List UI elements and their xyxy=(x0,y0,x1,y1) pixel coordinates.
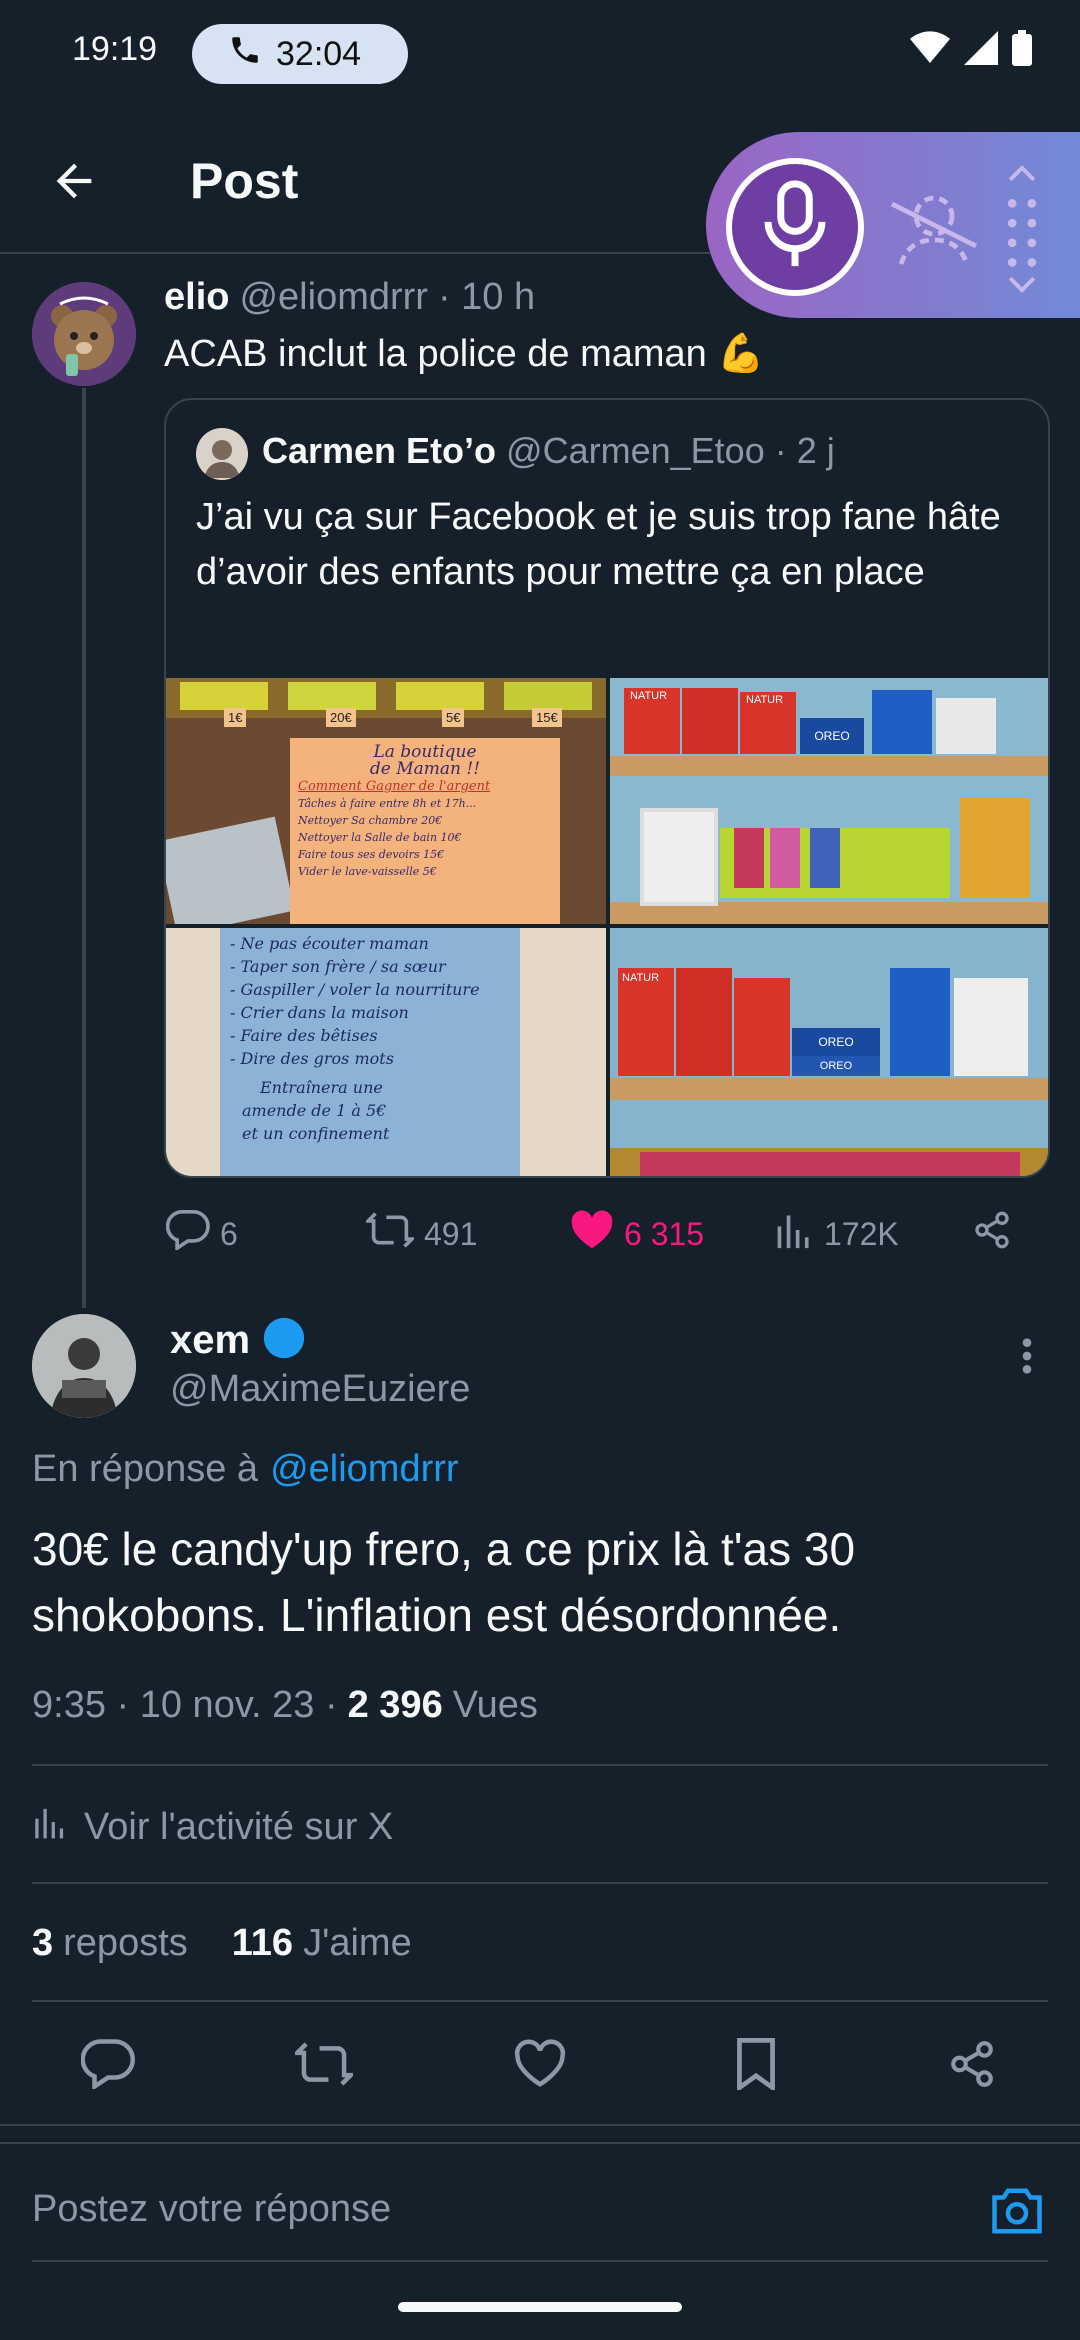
views-count: 172K xyxy=(824,1215,899,1252)
tweet-age: · 10 h xyxy=(437,276,536,318)
like-count: 6 315 xyxy=(624,1215,705,1252)
reply-views-label: Vues xyxy=(452,1684,538,1726)
media-image-rules-sheet[interactable]: - Ne pas écouter maman - Taper son frère… xyxy=(166,928,606,1176)
reply-author-handle[interactable]: @MaximeEuziere xyxy=(170,1368,470,1411)
views-action[interactable]: 172K xyxy=(774,1210,899,1258)
drag-handle-icon[interactable] xyxy=(1000,164,1044,299)
repost-icon xyxy=(363,1210,417,1258)
share-icon xyxy=(947,2039,997,2094)
divider-stats xyxy=(32,2000,1048,2002)
more-options-icon[interactable] xyxy=(1014,1336,1040,1381)
camera-icon[interactable] xyxy=(990,2186,1044,2241)
engagement-stats: 3 reposts 116 J'aime xyxy=(32,1922,412,1965)
divider-composer-top xyxy=(0,2142,1080,2144)
reposts-count[interactable]: 3 xyxy=(32,1922,53,1965)
reply-timestamp: 9:35 · 10 nov. 23 · xyxy=(32,1684,338,1726)
home-indicator[interactable] xyxy=(398,2302,682,2312)
quote-author-name: Carmen Eto’o xyxy=(262,430,497,471)
likes-label[interactable]: J'aime xyxy=(303,1922,412,1965)
page-title: Post xyxy=(190,153,299,209)
xem-avatar[interactable] xyxy=(32,1314,136,1418)
back-arrow-icon[interactable] xyxy=(48,155,100,207)
reply-author-name: xem xyxy=(170,1318,251,1362)
bookmark-button[interactable] xyxy=(724,2034,788,2098)
quoted-tweet-card[interactable]: Carmen Eto’o @Carmen_Etoo · 2 j J’ai vu … xyxy=(164,398,1050,1178)
divider-actions xyxy=(0,2124,1080,2126)
quote-text: J’ai vu ça sur Facebook et je suis trop … xyxy=(196,496,1001,593)
reposts-label[interactable]: reposts xyxy=(63,1922,188,1965)
reply-button[interactable] xyxy=(76,2034,140,2098)
share-action[interactable] xyxy=(972,1210,1012,1258)
reply-composer-input[interactable]: Postez votre réponse xyxy=(32,2188,972,2231)
microphone-icon xyxy=(757,179,833,275)
repost-count: 491 xyxy=(424,1215,478,1252)
view-activity-link[interactable]: Voir l'activité sur X xyxy=(32,1804,393,1850)
media-image-boutique-board[interactable]: 1€ 20€ 5€ 15€ La boutique de Maman !! Co… xyxy=(166,678,606,924)
in-reply-to: En réponse à @eliomdrrr xyxy=(32,1448,459,1491)
heart-filled-icon xyxy=(570,1210,614,1258)
composer-underline xyxy=(32,2260,1048,2262)
author-handle[interactable]: @eliomdrrr xyxy=(239,276,427,319)
reply-author-row[interactable]: xem xyxy=(170,1316,306,1365)
carmen-avatar xyxy=(196,428,248,480)
like-button[interactable] xyxy=(508,2034,572,2098)
repost-button[interactable] xyxy=(291,2034,357,2098)
repost-action[interactable]: 491 xyxy=(363,1210,478,1258)
reply-text: 30€ le candy'up frero, a ce prix là t'as… xyxy=(32,1523,856,1641)
activity-label: Voir l'activité sur X xyxy=(84,1805,394,1848)
bookmark-icon xyxy=(734,2037,778,2095)
like-action[interactable]: 6 315 xyxy=(570,1210,704,1258)
divider-meta xyxy=(32,1764,1048,1766)
reply-count: 6 xyxy=(220,1215,238,1252)
thread-connector-line xyxy=(82,388,86,1308)
reply-icon xyxy=(165,1209,210,1258)
divider-activity xyxy=(32,1882,1048,1884)
author-name[interactable]: elio xyxy=(164,276,229,319)
share-icon xyxy=(972,1210,1012,1258)
ongoing-call-pill[interactable]: 32:04 xyxy=(192,24,408,84)
quote-author-handle: @Carmen_Etoo xyxy=(506,430,765,471)
activity-chart-icon xyxy=(32,1804,68,1850)
voice-user-off-icon[interactable] xyxy=(886,180,982,275)
media-image-snack-shelves-2[interactable]: NATUR OREO OREO xyxy=(610,928,1048,1176)
quote-media-grid[interactable]: 1€ 20€ 5€ 15€ La boutique de Maman !! Co… xyxy=(166,678,1048,1176)
elio-avatar[interactable] xyxy=(32,282,136,386)
repost-icon xyxy=(291,2039,357,2094)
wifi-icon xyxy=(910,31,950,70)
media-image-snack-shelves-1[interactable]: OREO NATUR NATUR xyxy=(610,678,1048,924)
quote-header: Carmen Eto’o @Carmen_Etoo · 2 j xyxy=(262,430,835,472)
reply-icon xyxy=(80,2038,135,2094)
verified-badge-icon xyxy=(262,1316,306,1365)
quote-age: · 2 j xyxy=(774,430,835,471)
boutique-sign: La boutique de Maman !! Comment Gagner d… xyxy=(290,738,560,924)
phone-icon xyxy=(228,33,262,76)
reply-action[interactable]: 6 xyxy=(165,1209,238,1258)
signal-icon xyxy=(964,31,998,70)
battery-icon xyxy=(1012,30,1032,71)
status-time: 19:19 xyxy=(72,30,158,68)
tweet-text: ACAB inclut la police de maman 💪 xyxy=(164,333,765,375)
in-reply-handle-link[interactable]: @eliomdrrr xyxy=(270,1448,458,1491)
tweet-header: elio @eliomdrrr · 10 h xyxy=(164,276,535,319)
microphone-button[interactable] xyxy=(726,158,864,296)
heart-icon xyxy=(513,2039,567,2094)
call-duration: 32:04 xyxy=(276,34,362,73)
reply-views-count: 2 396 xyxy=(347,1684,443,1726)
views-chart-icon xyxy=(774,1210,814,1258)
share-button[interactable] xyxy=(940,2034,1004,2098)
status-icons xyxy=(910,30,1032,71)
likes-count[interactable]: 116 xyxy=(232,1922,293,1965)
rules-sheet: - Ne pas écouter maman - Taper son frère… xyxy=(220,928,520,1176)
in-reply-prefix: En réponse à xyxy=(32,1448,259,1490)
reply-meta: 9:35 · 10 nov. 23 · 2 396 Vues xyxy=(32,1684,538,1727)
